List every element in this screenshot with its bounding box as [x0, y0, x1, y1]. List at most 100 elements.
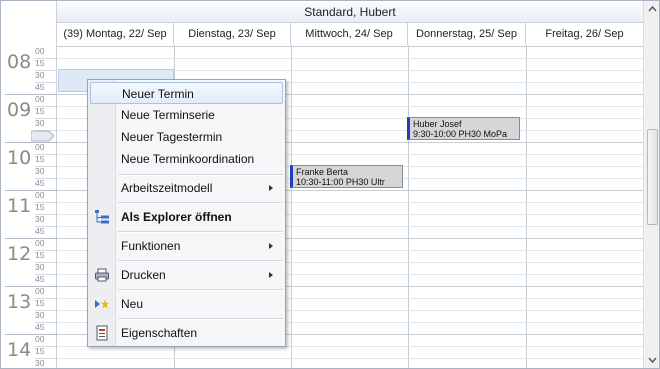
new-star-icon	[95, 299, 110, 309]
menu-item-label: Neuer Tagestermin	[121, 130, 223, 144]
minute-divider	[35, 70, 57, 71]
day-header-friday[interactable]: Freitag, 26/ Sep	[526, 23, 643, 45]
hour-label: 08	[7, 51, 32, 73]
scroll-up-button[interactable]	[644, 1, 659, 18]
appointment-franke-berta[interactable]: Franke Berta 10:30-11:00 PH30 Ultr	[290, 165, 403, 188]
appointment-name: Huber Josef	[413, 119, 462, 129]
minute-divider	[35, 346, 57, 347]
submenu-arrow-icon	[269, 243, 273, 249]
menu-separator	[118, 232, 283, 233]
minute-label: 00	[35, 142, 45, 152]
grid-line	[57, 46, 643, 47]
minute-label: 30	[35, 358, 45, 368]
hour-divider	[5, 94, 57, 95]
scroll-down-button[interactable]	[644, 351, 659, 368]
menu-item-label: Neue Terminserie	[121, 108, 215, 122]
minute-divider	[35, 82, 57, 83]
properties-document-icon	[96, 325, 108, 341]
menu-item-work-time-model[interactable]: Arbeitszeitmodell	[90, 177, 283, 199]
minute-label: 15	[35, 154, 45, 164]
menu-item-properties[interactable]: Eigenschaften	[90, 322, 283, 344]
menu-item-new[interactable]: Neu	[90, 293, 283, 315]
menu-item-new-series[interactable]: Neue Terminserie	[90, 104, 283, 126]
hour-label: 14	[7, 339, 32, 361]
grid-line	[57, 58, 643, 59]
menu-item-new-day-appointment[interactable]: Neuer Tagestermin	[90, 126, 283, 148]
calendar-window: Standard, Hubert (39) Montag, 22/ Sep Di…	[0, 0, 660, 369]
minute-label: 00	[35, 190, 45, 200]
menu-item-label: Als Explorer öffnen	[121, 210, 232, 224]
hour-label: 11	[7, 195, 32, 217]
hour-divider	[5, 334, 57, 335]
menu-item-functions[interactable]: Funktionen	[90, 235, 283, 257]
appointment-huber-josef[interactable]: Huber Josef 9:30-10:00 PH30 MoPa	[407, 117, 520, 140]
minute-label: 15	[35, 250, 45, 260]
minute-label: 15	[35, 202, 45, 212]
menu-item-new-appointment[interactable]: Neuer Termin	[90, 82, 283, 104]
menu-item-new-coordination[interactable]: Neue Terminkoordination	[90, 148, 283, 170]
day-header-tuesday[interactable]: Dienstag, 23/ Sep	[174, 23, 291, 45]
minute-label: 15	[35, 106, 45, 116]
submenu-arrow-icon	[269, 272, 273, 278]
calendar-owner-header: Standard, Hubert	[57, 2, 643, 23]
context-menu: Neuer Termin Neue Terminserie Neuer Tage…	[87, 79, 286, 347]
appointment-name: Franke Berta	[296, 167, 349, 177]
menu-item-open-explorer[interactable]: Als Explorer öffnen	[90, 206, 283, 228]
day-header-row: (39) Montag, 22/ Sep Dienstag, 23/ Sep M…	[57, 23, 643, 45]
minute-divider	[35, 202, 57, 203]
minute-divider	[35, 298, 57, 299]
day-header-wednesday[interactable]: Mittwoch, 24/ Sep	[291, 23, 408, 45]
minute-divider	[35, 226, 57, 227]
hour-divider	[5, 286, 57, 287]
menu-item-label: Drucken	[121, 268, 166, 282]
header-corner	[1, 1, 57, 45]
hour-label: 13	[7, 291, 32, 313]
scroll-down-icon	[648, 357, 657, 364]
day-header-monday[interactable]: (39) Montag, 22/ Sep	[57, 23, 174, 45]
minute-label: 45	[35, 82, 45, 92]
hour-divider	[5, 238, 57, 239]
minute-label: 00	[35, 286, 45, 296]
minute-label: 45	[35, 226, 45, 236]
menu-separator	[118, 203, 283, 204]
minute-label: 30	[35, 166, 45, 176]
current-time-arrow-icon	[31, 130, 55, 142]
minute-divider	[35, 118, 57, 119]
minute-divider	[35, 358, 57, 359]
scrollbar-thumb[interactable]	[647, 129, 658, 225]
minute-divider	[35, 274, 57, 275]
menu-item-label: Funktionen	[121, 239, 181, 253]
minute-label: 15	[35, 346, 45, 356]
minute-divider	[35, 154, 57, 155]
minute-divider	[35, 58, 57, 59]
appointment-detail: 10:30-11:00 PH30 Ultr	[296, 177, 385, 187]
minute-label: 45	[35, 274, 45, 284]
submenu-arrow-icon	[269, 185, 273, 191]
menu-separator	[118, 319, 283, 320]
day-header-thursday[interactable]: Donnerstag, 25/ Sep	[408, 23, 526, 45]
minute-label: 45	[35, 178, 45, 188]
menu-item-label: Neue Terminkoordination	[121, 152, 255, 166]
menu-item-label: Neu	[121, 297, 144, 311]
time-ruler: 0800153045090015304510001530451100153045…	[1, 45, 57, 368]
minute-label: 30	[35, 118, 45, 128]
grid-line	[57, 358, 643, 359]
hour-divider	[5, 190, 57, 191]
minute-label: 30	[35, 214, 45, 224]
minute-label: 00	[35, 334, 45, 344]
minute-label: 00	[35, 94, 45, 104]
minute-divider	[35, 178, 57, 179]
hour-label: 12	[7, 243, 32, 265]
minute-divider	[35, 310, 57, 311]
hour-label: 10	[7, 147, 32, 169]
menu-separator	[118, 175, 283, 176]
minute-divider	[35, 250, 57, 251]
minute-label: 00	[35, 46, 45, 56]
minute-label: 45	[35, 322, 45, 332]
minute-label: 30	[35, 70, 45, 80]
printer-icon	[95, 268, 109, 282]
menu-item-print[interactable]: Drucken	[90, 264, 283, 286]
minute-label: 15	[35, 58, 45, 68]
vertical-scrollbar[interactable]	[643, 1, 659, 368]
minute-divider	[35, 262, 57, 263]
